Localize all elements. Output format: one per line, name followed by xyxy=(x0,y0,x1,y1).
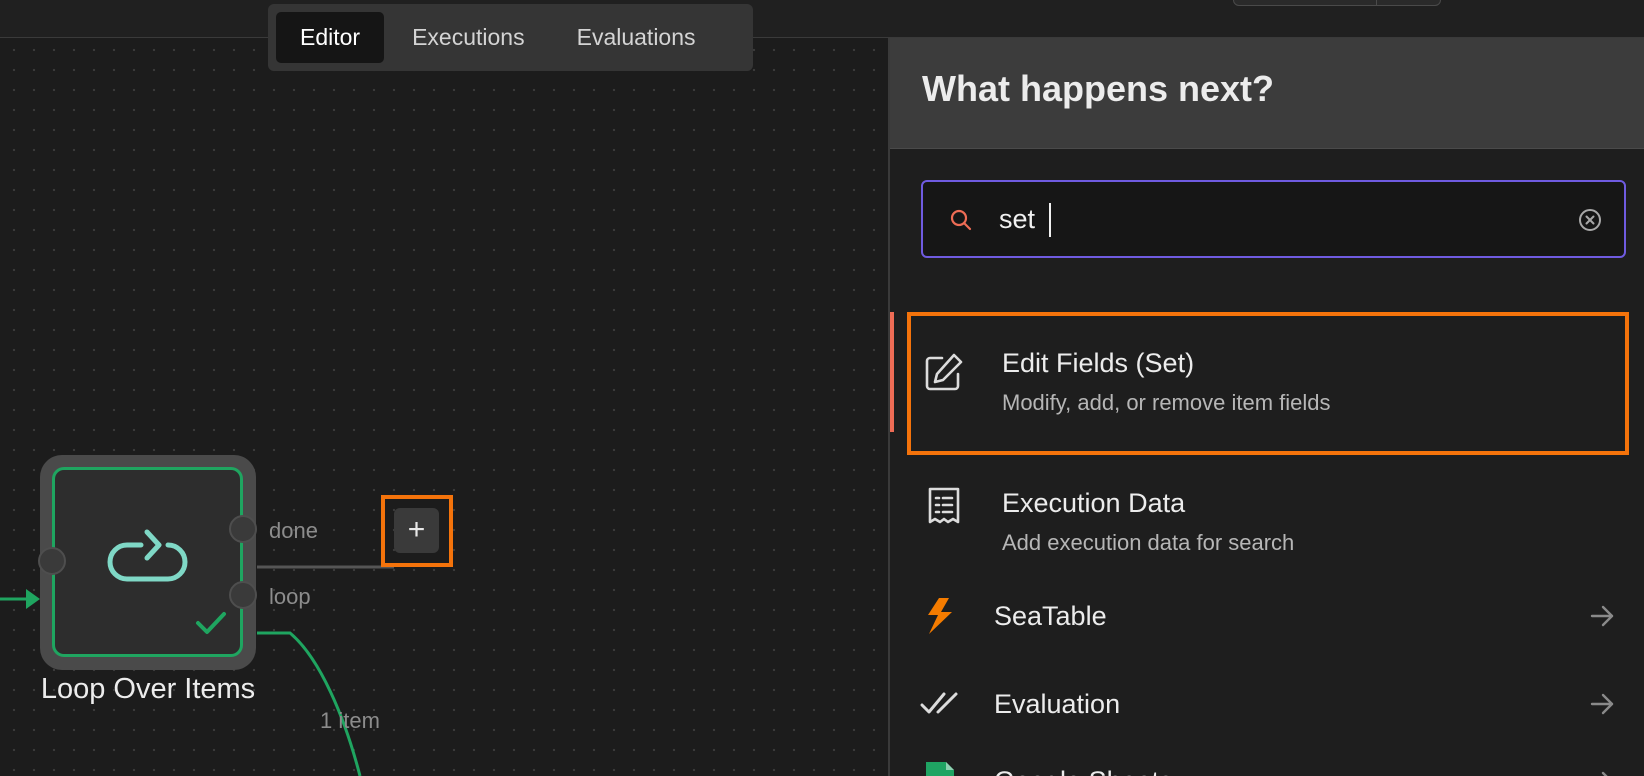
node-creator-panel: What happens next? Edit Fields (Set) xyxy=(888,38,1644,776)
panel-title: What happens next? xyxy=(922,68,1275,109)
top-bar xyxy=(0,0,1644,38)
pencil-square-icon xyxy=(925,353,963,391)
receipt-icon xyxy=(928,487,960,524)
tab-executions[interactable]: Executions xyxy=(388,12,549,63)
arrow-right-icon xyxy=(1590,605,1614,627)
arrow-right-icon xyxy=(1590,693,1614,715)
workflow-editor: Editor Executions Evaluations done loop … xyxy=(0,0,1644,776)
arrow-right-icon xyxy=(1601,771,1608,776)
text-cursor xyxy=(1049,203,1051,237)
result-name: Evaluation xyxy=(994,689,1121,719)
result-item-execution-data[interactable]: Execution Data Add execution data for se… xyxy=(890,458,1644,558)
node-title: Loop Over Items xyxy=(40,673,256,705)
result-name: SeaTable xyxy=(994,601,1107,631)
google-sheets-icon xyxy=(926,762,954,776)
view-tabs: Editor Executions Evaluations xyxy=(268,4,753,71)
double-check-icon xyxy=(920,692,958,714)
result-item-seatable[interactable]: SeaTable xyxy=(890,578,1644,658)
seatable-icon xyxy=(928,598,952,634)
success-check-icon xyxy=(196,612,226,634)
result-item-edit-fields[interactable]: Edit Fields (Set) Modify, add, or remove… xyxy=(890,312,1644,432)
input-port[interactable] xyxy=(38,547,66,575)
incoming-arrow-icon xyxy=(26,589,40,609)
tab-editor[interactable]: Editor xyxy=(276,12,385,63)
result-name: Edit Fields (Set) xyxy=(1002,348,1195,378)
result-item-google-sheets[interactable]: Google Sheets xyxy=(890,754,1644,776)
tab-evaluations[interactable]: Evaluations xyxy=(553,12,720,63)
node-search-box[interactable] xyxy=(921,180,1626,258)
connection-item-count: 1 item xyxy=(320,708,380,733)
output-port-done[interactable] xyxy=(229,515,257,543)
result-description: Add execution data for search xyxy=(1002,530,1295,555)
clear-search-icon[interactable] xyxy=(1578,208,1602,232)
result-item-evaluation[interactable]: Evaluation xyxy=(890,666,1644,746)
node-search-input[interactable] xyxy=(999,194,1559,244)
result-name: Google Sheets xyxy=(994,766,1173,776)
done-output-label: done xyxy=(269,518,318,543)
loop-icon xyxy=(107,529,188,582)
header-button-group[interactable] xyxy=(1233,0,1441,6)
add-node-button[interactable]: + xyxy=(394,508,439,553)
search-icon xyxy=(950,209,972,231)
output-port-loop[interactable] xyxy=(229,581,257,609)
loop-output-label: loop xyxy=(269,584,311,609)
active-indicator xyxy=(890,312,894,432)
panel-header: What happens next? xyxy=(890,38,1644,149)
result-name: Execution Data xyxy=(1002,488,1186,518)
result-description: Modify, add, or remove item fields xyxy=(1002,390,1331,415)
